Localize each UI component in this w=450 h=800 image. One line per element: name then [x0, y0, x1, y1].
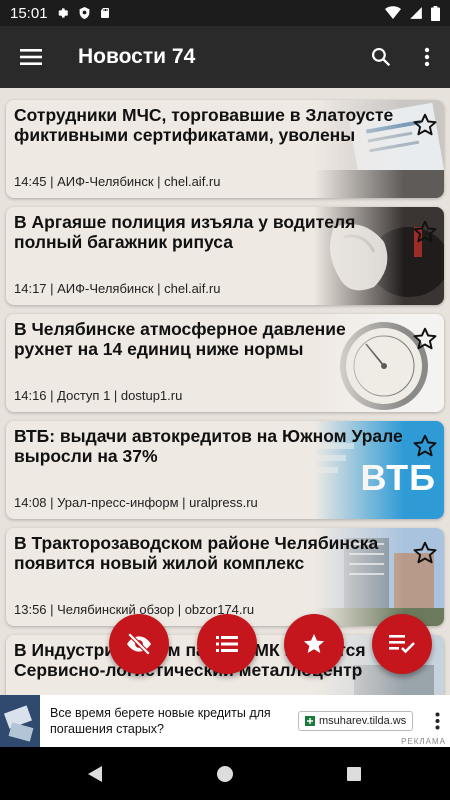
app-title: Новости 74 — [78, 45, 196, 68]
news-title: В Челябинске атмосферное давление рухнет… — [14, 319, 346, 359]
news-title: Сотрудники МЧС, торговавшие в Златоусте … — [14, 105, 394, 145]
more-vert-icon — [435, 712, 439, 730]
recents-square-icon — [347, 767, 361, 781]
star-icon[interactable] — [412, 326, 438, 352]
home-button[interactable] — [212, 761, 238, 787]
list-icon — [216, 636, 238, 652]
back-button[interactable] — [82, 761, 108, 787]
list-fab[interactable] — [197, 614, 257, 674]
recents-button[interactable] — [341, 761, 367, 787]
eye-off-icon — [127, 632, 151, 656]
star-icon[interactable] — [412, 433, 438, 459]
menu-button[interactable] — [0, 26, 62, 88]
status-time: 15:01 — [10, 4, 48, 22]
playlist-check-icon — [389, 635, 415, 654]
news-meta: 14:45 | АИФ-Челябинск | chel.aif.ru — [14, 174, 221, 189]
news-card[interactable]: В Аргаяше полиция изъяла у водителя полн… — [6, 207, 444, 305]
news-card[interactable]: Сотрудники МЧС, торговавшие в Златоусте … — [6, 100, 444, 198]
system-nav-bar — [0, 747, 450, 800]
hamburger-icon — [20, 49, 42, 65]
wifi-icon — [385, 6, 401, 19]
news-meta: 14:17 | АИФ-Челябинск | chel.aif.ru — [14, 281, 221, 296]
news-card[interactable]: ВТБ ВТБ: выдачи автокредитов на Южном Ур… — [6, 421, 444, 519]
fab-row — [0, 614, 450, 678]
news-title: В Аргаяше полиция изъяла у водителя полн… — [14, 212, 356, 252]
search-icon — [372, 48, 391, 67]
ad-link-text: msuharev.tilda.ws — [319, 715, 407, 727]
overflow-menu-button[interactable] — [404, 26, 450, 88]
news-card[interactable]: В Тракторозаводском районе Челябинска по… — [6, 528, 444, 626]
back-triangle-icon — [88, 766, 102, 782]
status-bar: 15:01 — [0, 0, 450, 26]
sd-card-icon — [100, 8, 109, 18]
home-circle-icon — [217, 766, 233, 782]
ad-image — [0, 695, 40, 747]
news-feed[interactable]: Сотрудники МЧС, торговавшие в Златоусте … — [0, 88, 450, 695]
news-title: В Тракторозаводском районе Челябинска по… — [14, 533, 379, 573]
hide-read-fab[interactable] — [109, 614, 169, 674]
news-meta: 14:16 | Доступ 1 | dostup1.ru — [14, 388, 183, 403]
search-button[interactable] — [358, 26, 404, 88]
settings-icon — [57, 8, 68, 18]
star-icon[interactable] — [412, 540, 438, 566]
shield-icon — [79, 7, 89, 19]
tilda-logo-icon — [305, 716, 315, 726]
news-title: ВТБ: выдачи автокредитов на Южном Урале … — [14, 426, 403, 466]
star-icon — [303, 634, 325, 653]
ad-more-button[interactable] — [424, 712, 450, 730]
star-icon[interactable] — [412, 219, 438, 245]
app-bar: Новости 74 — [0, 26, 450, 88]
battery-icon — [431, 5, 440, 21]
ad-link-button[interactable]: msuharev.tilda.ws — [298, 711, 414, 731]
signal-icon — [410, 7, 422, 19]
news-card[interactable]: В Челябинске атмосферное давление рухнет… — [6, 314, 444, 412]
mark-read-fab[interactable] — [372, 614, 432, 674]
news-meta: 14:08 | Урал-пресс-информ | uralpress.ru — [14, 495, 258, 510]
ad-label: РЕКЛАМА — [401, 737, 446, 746]
ad-banner[interactable]: Все время берете новые кредиты для погаш… — [0, 695, 450, 747]
ad-text: Все время берете новые кредиты для погаш… — [50, 706, 271, 736]
favorites-fab[interactable] — [284, 614, 344, 674]
star-icon[interactable] — [412, 112, 438, 138]
more-vert-icon — [424, 47, 430, 67]
